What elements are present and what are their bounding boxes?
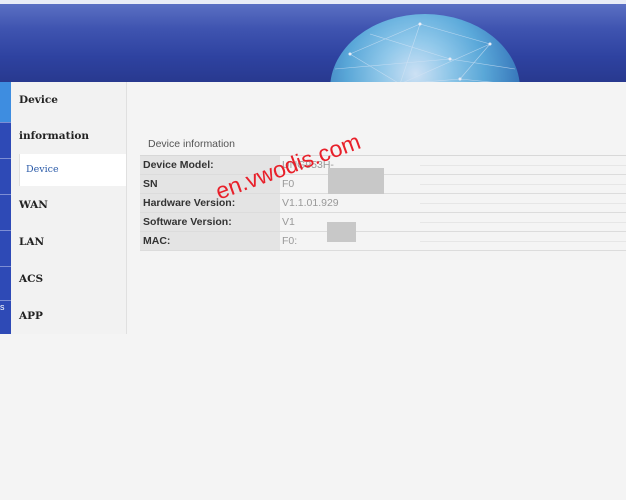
section-title: Device information (148, 138, 235, 150)
sidebar: Device information Device WAN LAN ACS AP… (11, 82, 127, 334)
sidebar-item-label: Device (19, 94, 58, 106)
header-banner (0, 0, 626, 82)
sidebar-subitem-label: Device (26, 164, 59, 175)
redaction-block (328, 168, 384, 194)
row-key: MAC: (140, 232, 280, 250)
left-strip-divider (0, 266, 11, 267)
left-nav-strip: s (0, 82, 11, 334)
left-strip-divider (0, 194, 11, 195)
row-divider (420, 165, 626, 166)
redaction-block (327, 222, 356, 242)
row-value: V1.1.01.929 (282, 197, 339, 209)
left-strip-active-marker (0, 82, 11, 122)
sidebar-item-label: information (19, 130, 90, 142)
row-key: Hardware Version: (140, 194, 280, 212)
sidebar-item-label: ACS (19, 273, 44, 285)
table-row: Software Version: V1 (140, 213, 626, 232)
sidebar-subitem-device[interactable]: Device (19, 154, 126, 186)
sidebar-item-label: LAN (19, 236, 45, 248)
row-divider (420, 222, 626, 223)
sidebar-item-label: WAN (19, 199, 48, 211)
table-row: Hardware Version: V1.1.01.929 (140, 194, 626, 213)
globe-graphic (330, 14, 520, 82)
row-divider (420, 241, 626, 242)
left-strip-divider (0, 158, 11, 159)
row-divider (420, 184, 626, 185)
table-row: MAC: F0: (140, 232, 626, 251)
row-divider (420, 203, 626, 204)
row-value: F0: (282, 235, 298, 247)
row-key: Software Version: (140, 213, 280, 231)
left-strip-divider (0, 230, 11, 231)
sidebar-item-label: APP (19, 310, 43, 322)
left-strip-text-fragment: s (0, 302, 5, 312)
row-value: V1 (282, 216, 295, 228)
left-strip-divider (0, 300, 11, 301)
left-strip-divider (0, 122, 11, 123)
top-strip (0, 0, 626, 4)
